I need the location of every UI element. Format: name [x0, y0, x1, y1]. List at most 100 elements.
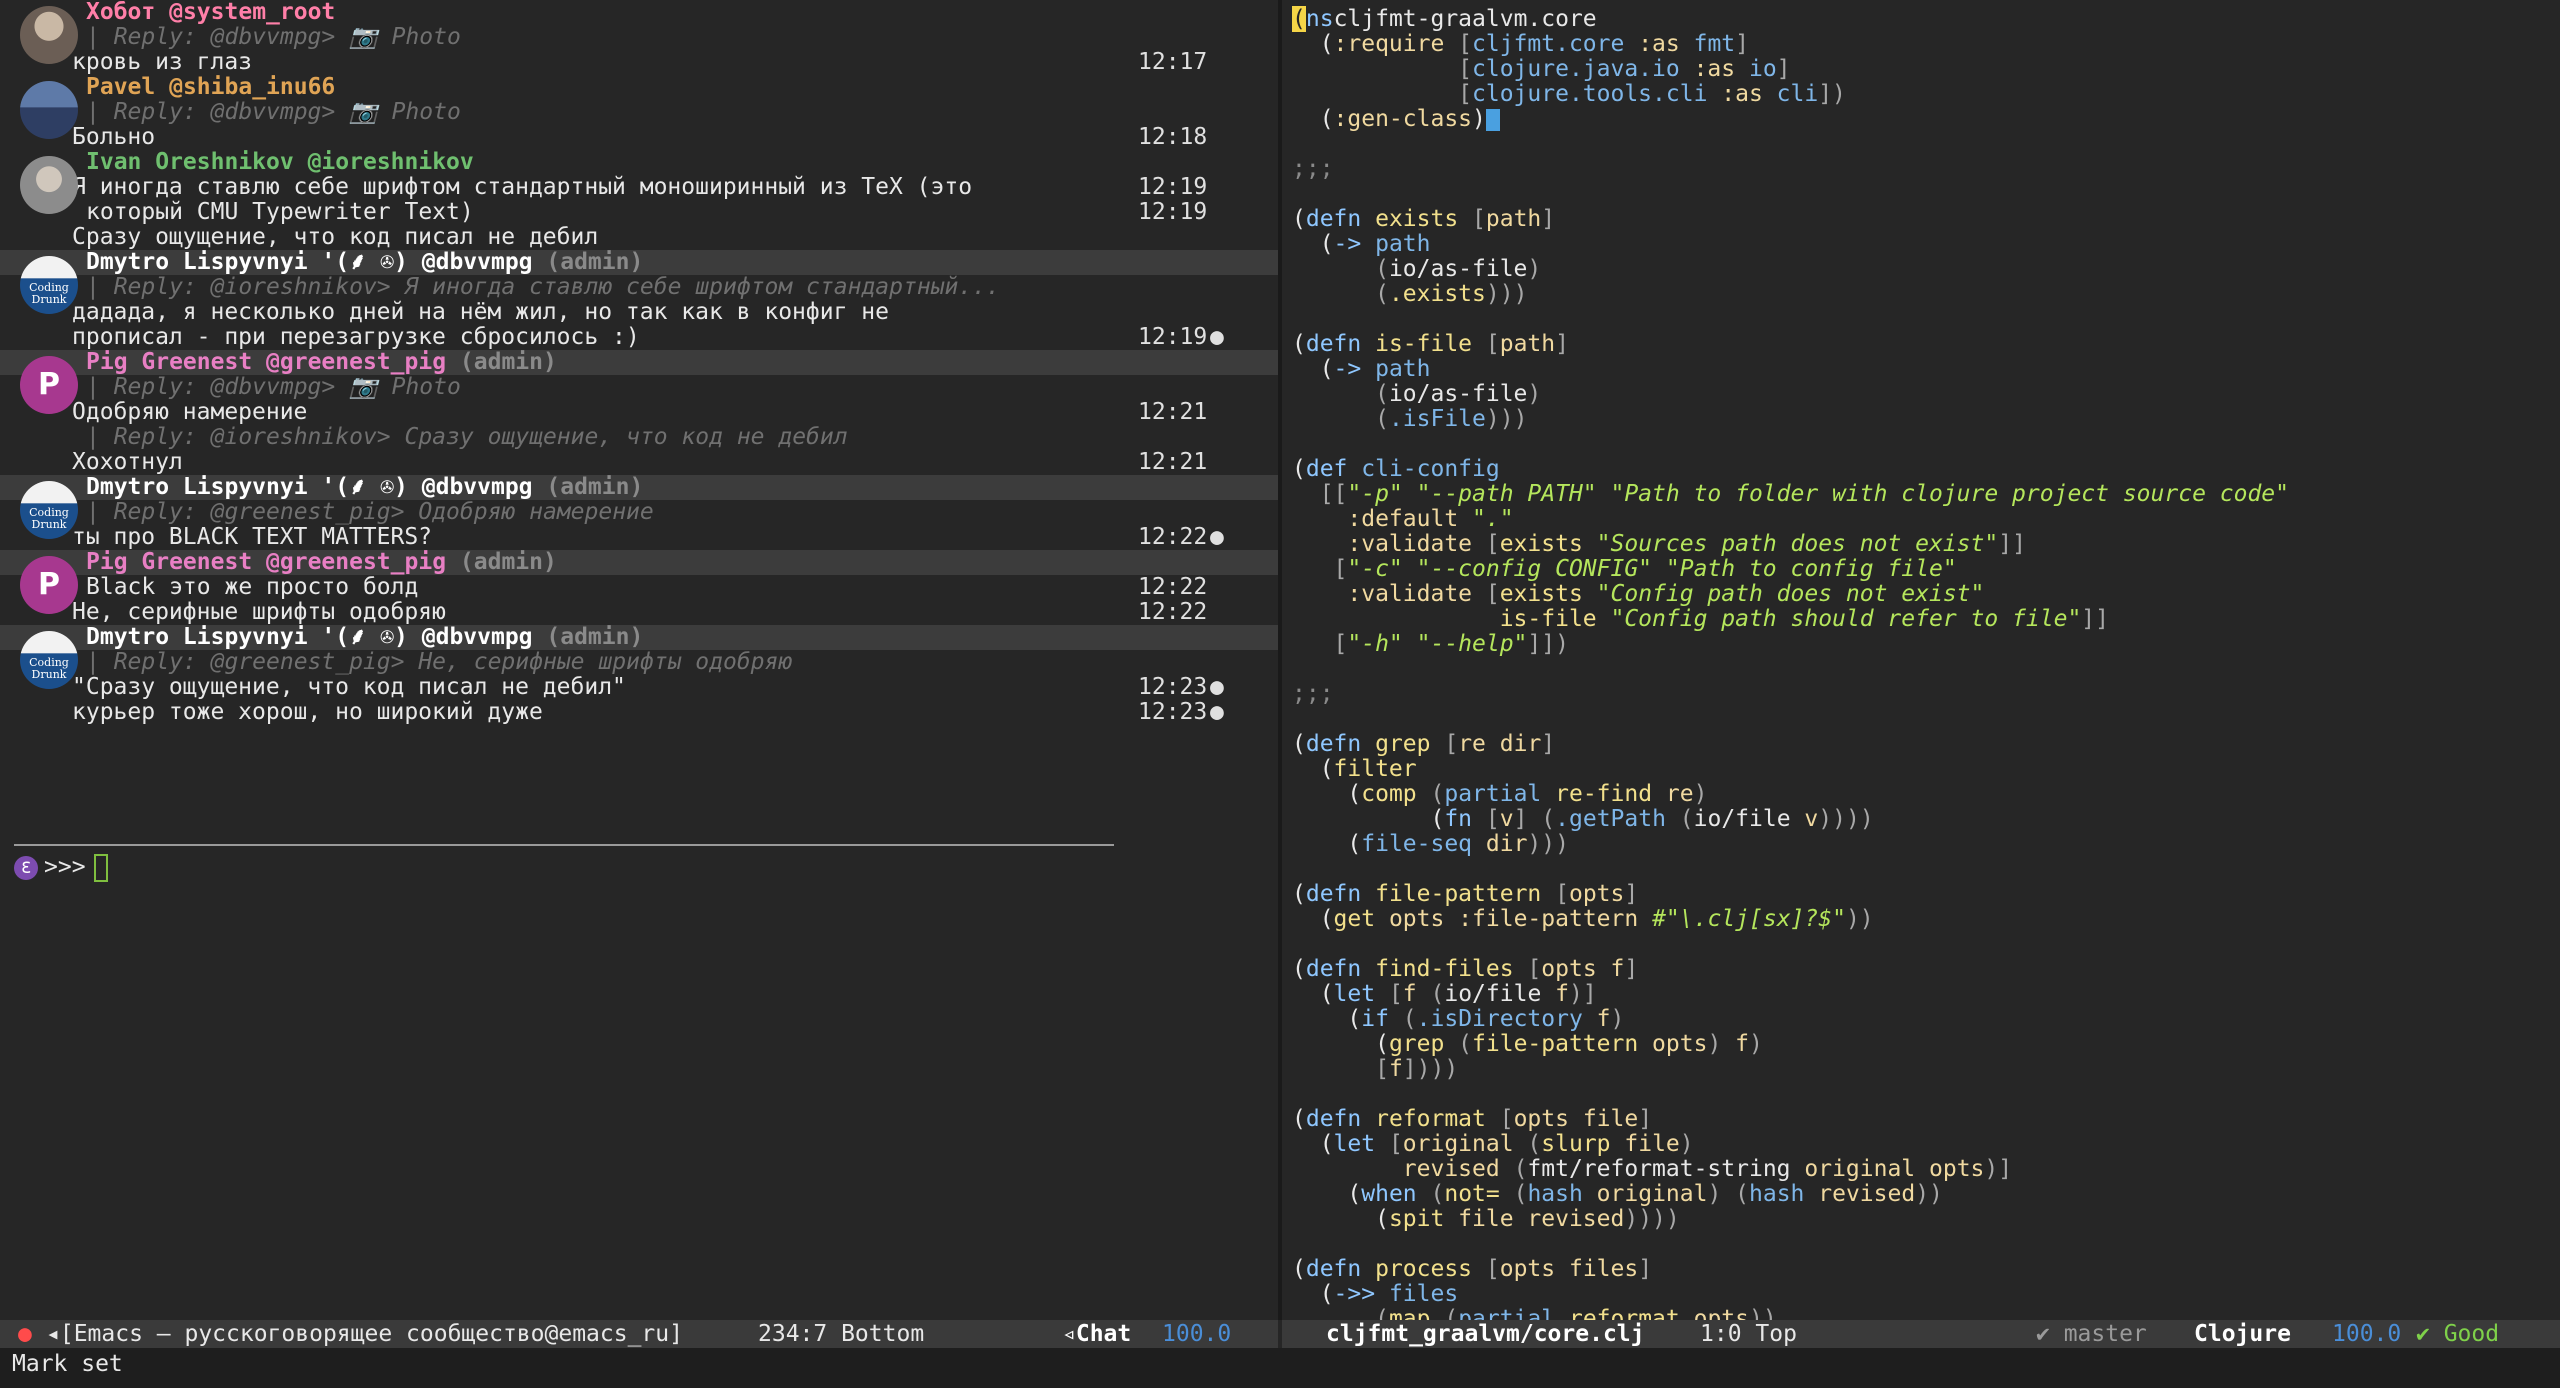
avatar[interactable] [20, 156, 78, 214]
avatar[interactable] [20, 81, 78, 139]
code-line[interactable]: (spit file revised)))) [1292, 1207, 2289, 1232]
code-editor-pane[interactable]: (nscljfmt-graalvm.core (:require [cljfmt… [1282, 0, 2560, 1320]
avatar[interactable]: P [20, 356, 78, 414]
chat-input-prompt[interactable]: ℇ >>> [14, 852, 108, 882]
sender-name[interactable]: Dmytro Lispyvnyi '(⸙ ✇) [86, 624, 408, 650]
code-line[interactable]: ["-c" "--config CONFIG" "Path to config … [1292, 557, 2289, 582]
sender-name[interactable]: Pig Greenest [86, 349, 252, 375]
sender-name[interactable]: Pig Greenest [86, 549, 252, 575]
code-line[interactable]: :validate [exists "Config path does not … [1292, 582, 2289, 607]
sender-name[interactable]: Dmytro Lispyvnyi '(⸙ ✇) [86, 474, 408, 500]
code-line[interactable]: [["-p" "--path PATH" "Path to folder wit… [1292, 482, 2289, 507]
code-token: [ [1292, 56, 1473, 82]
text-cursor[interactable] [93, 853, 108, 882]
code-line[interactable] [1292, 657, 2289, 682]
code-line[interactable]: is-file "Config path should refer to fil… [1292, 607, 2289, 632]
code-line[interactable]: ;;; [1292, 682, 2289, 707]
sender-name[interactable]: Pavel [86, 74, 155, 100]
code-line[interactable]: (comp (partial re-find re) [1292, 782, 2289, 807]
code-line[interactable]: (let [f (io/file f)] [1292, 982, 2289, 1007]
code-line[interactable]: (defn process [opts files] [1292, 1257, 2289, 1282]
sender-handle[interactable]: @ioreshnikov [308, 149, 474, 175]
code-line[interactable] [1292, 857, 2289, 882]
modeline-buffer-name[interactable]: ◂[Emacs — русскоговорящее сообщество@ema… [46, 1320, 683, 1348]
sender-name[interactable]: Ivan Oreshnikov [86, 149, 294, 175]
code-line[interactable]: (:require [cljfmt.core :as fmt] [1292, 32, 2289, 57]
modeline-checker-status[interactable]: ✔ Good [2416, 1320, 2499, 1348]
code-line[interactable]: (fn [v] (.getPath (io/file v)))) [1292, 807, 2289, 832]
code-line[interactable]: (->> files [1292, 1282, 2289, 1307]
code-line[interactable]: (.isFile))) [1292, 407, 2289, 432]
code-line[interactable]: :default "." [1292, 507, 2289, 532]
code-line[interactable]: (defn find-files [opts f] [1292, 957, 2289, 982]
chat-pane[interactable]: Хобот @system_root | Reply: @dbvvmpg> 📷 P… [0, 0, 1278, 1320]
code-line[interactable]: (defn exists [path] [1292, 207, 2289, 232]
code-buffer[interactable]: (nscljfmt-graalvm.core (:require [cljfmt… [1292, 6, 2289, 1321]
message-timestamp: 12:23 [1138, 699, 1208, 725]
sender-name[interactable]: Хобот [86, 0, 155, 25]
code-line[interactable]: (defn grep [re dir] [1292, 732, 2289, 757]
reply-quote[interactable]: | Reply: @ioreshnikov> Я иногда ставлю с… [0, 275, 1278, 300]
code-line[interactable]: (io/as-file) [1292, 382, 2289, 407]
reply-quote[interactable]: | Reply: @dbvvmpg> 📷 Photo [0, 375, 1278, 400]
modeline-file-name[interactable]: cljfmt_graalvm/core.clj [1326, 1320, 1645, 1348]
reply-quote[interactable]: | Reply: @greenest_pig> Не, серифные шри… [0, 650, 1278, 675]
sender-handle[interactable]: @dbvvmpg [422, 624, 533, 650]
code-line[interactable]: (nscljfmt-graalvm.core [1292, 6, 2289, 32]
code-line[interactable] [1292, 432, 2289, 457]
code-line[interactable]: revised (fmt/reformat-string original op… [1292, 1157, 2289, 1182]
code-line[interactable]: (io/as-file) [1292, 257, 2289, 282]
sender-handle[interactable]: @dbvvmpg [422, 249, 533, 275]
reply-quote[interactable]: | Reply: @greenest_pig> Одобряю намерени… [0, 500, 1278, 525]
code-line[interactable]: [f]))) [1292, 1057, 2289, 1082]
code-line[interactable]: (def cli-config [1292, 457, 2289, 482]
modeline-vcs-branch[interactable]: ✔ master [2036, 1320, 2147, 1348]
avatar[interactable]: Coding Drunk [20, 256, 78, 314]
minibuffer[interactable]: Mark set [0, 1348, 2560, 1388]
avatar[interactable]: P [20, 556, 78, 614]
sender-handle[interactable]: @greenest_pig [266, 549, 446, 575]
code-line[interactable]: (-> path [1292, 232, 2289, 257]
code-line[interactable]: (filter [1292, 757, 2289, 782]
avatar[interactable] [20, 6, 78, 64]
code-line[interactable]: ;;; [1292, 157, 2289, 182]
avatar[interactable]: Coding Drunk [20, 481, 78, 539]
sender-name[interactable]: Dmytro Lispyvnyi '(⸙ ✇) [86, 249, 408, 275]
code-line[interactable]: (when (not= (hash original) (hash revise… [1292, 1182, 2289, 1207]
code-line[interactable] [1292, 1232, 2289, 1257]
text-cursor[interactable] [1485, 108, 1500, 131]
code-line[interactable]: (file-seq dir))) [1292, 832, 2289, 857]
code-line[interactable] [1292, 1082, 2289, 1107]
sender-handle[interactable]: @shiba_inu66 [169, 74, 335, 100]
code-line[interactable]: (:gen-class) [1292, 107, 2289, 132]
code-line[interactable] [1292, 707, 2289, 732]
code-token: ) [1749, 1031, 1763, 1057]
modeline-major-mode[interactable]: ◃Chat [1062, 1320, 1131, 1348]
reply-quote[interactable]: | Reply: @dbvvmpg> 📷 Photo [0, 100, 1278, 125]
code-line[interactable]: [clojure.java.io :as io] [1292, 57, 2289, 82]
code-line[interactable]: (grep (file-pattern opts) f) [1292, 1032, 2289, 1057]
reply-quote[interactable]: | Reply: @ioreshnikov> Сразу ощущение, ч… [0, 425, 1278, 450]
modeline-major-mode[interactable]: Clojure [2194, 1320, 2291, 1348]
code-line[interactable]: (let [original (slurp file) [1292, 1132, 2289, 1157]
code-line[interactable] [1292, 132, 2289, 157]
sender-handle[interactable]: @system_root [169, 0, 335, 25]
code-line[interactable]: [clojure.tools.cli :as cli]) [1292, 82, 2289, 107]
sender-handle[interactable]: @greenest_pig [266, 349, 446, 375]
code-line[interactable] [1292, 932, 2289, 957]
code-line[interactable]: (if (.isDirectory f) [1292, 1007, 2289, 1032]
sender-handle[interactable]: @dbvvmpg [422, 474, 533, 500]
code-line[interactable]: (defn is-file [path] [1292, 332, 2289, 357]
code-line[interactable]: :validate [exists "Sources path does not… [1292, 532, 2289, 557]
code-line[interactable]: (defn reformat [opts file] [1292, 1107, 2289, 1132]
code-line[interactable]: (-> path [1292, 357, 2289, 382]
code-line[interactable]: ["-h" "--help"]]) [1292, 632, 2289, 657]
code-line[interactable] [1292, 182, 2289, 207]
code-line[interactable]: (get opts :file-pattern #"\.clj[sx]?$")) [1292, 907, 2289, 932]
code-line[interactable] [1292, 307, 2289, 332]
code-line[interactable]: (.exists))) [1292, 282, 2289, 307]
avatar[interactable]: Coding Drunk [20, 631, 78, 689]
reply-quote[interactable]: | Reply: @dbvvmpg> 📷 Photo [0, 25, 1278, 50]
code-line[interactable]: (map (partial reformat opts)) [1292, 1307, 2289, 1321]
code-line[interactable]: (defn file-pattern [opts] [1292, 882, 2289, 907]
